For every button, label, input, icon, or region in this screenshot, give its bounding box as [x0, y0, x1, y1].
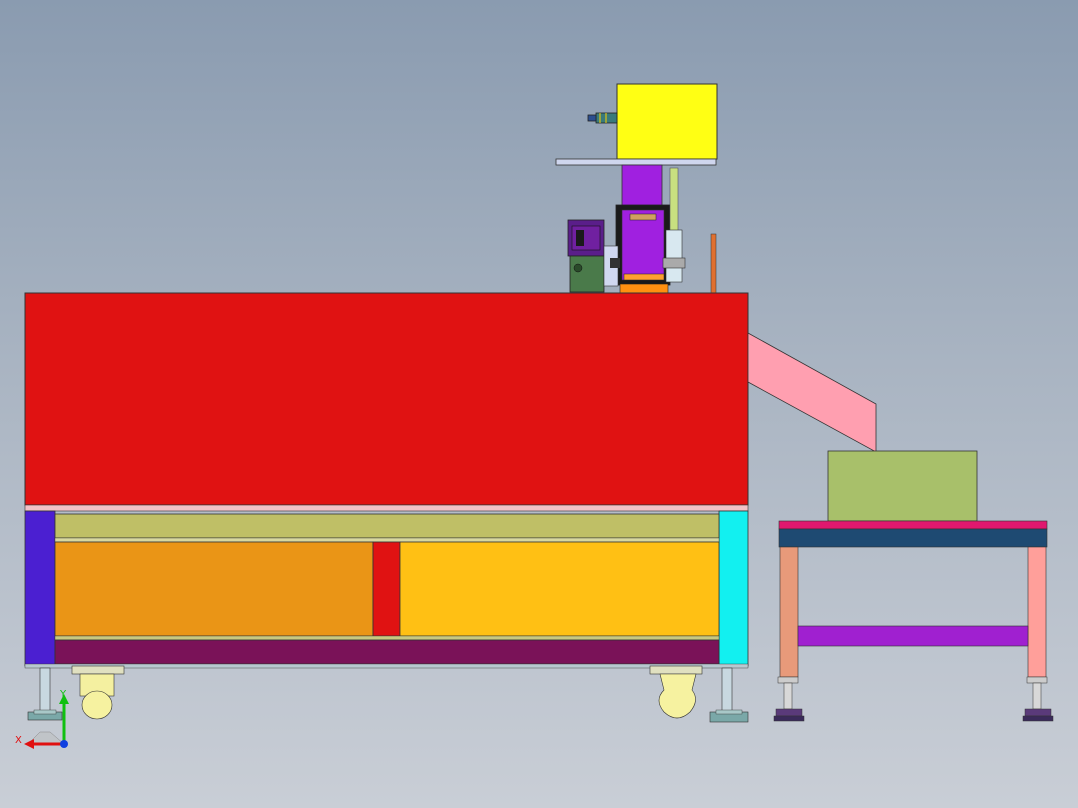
mounting-plate — [555, 158, 717, 166]
cabinet-top-housing — [24, 292, 749, 506]
cad-model-view: Y X — [15, 83, 1054, 749]
table-foot-left — [773, 676, 805, 722]
y-axis-label: Y — [59, 689, 67, 700]
left-caster-wheel — [71, 665, 125, 720]
table-leg-left — [779, 546, 799, 678]
x-axis-label: X — [15, 735, 22, 746]
cabinet-panel-right — [399, 541, 720, 637]
sensor-rod — [710, 233, 717, 295]
table-crossbar — [797, 625, 1029, 647]
table-leg-right — [1027, 546, 1047, 678]
cabinet-base-beam — [54, 639, 720, 665]
cabinet-divider — [372, 541, 401, 637]
cabinet-left-post — [24, 510, 56, 667]
hopper-box — [616, 83, 718, 160]
cabinet-panel-left — [54, 541, 374, 637]
cad-viewport[interactable]: Y X — [0, 0, 1078, 808]
vertical-column — [621, 164, 663, 211]
right-caster-wheel — [649, 665, 703, 719]
left-leveling-foot — [27, 667, 63, 721]
drive-motor — [567, 219, 620, 293]
table-foot-right — [1022, 676, 1054, 722]
main-cabinet — [24, 292, 749, 723]
side-table — [773, 450, 1054, 722]
table-top — [778, 528, 1048, 548]
table-top-edge — [778, 520, 1048, 530]
z-axis-dot — [60, 740, 68, 748]
discharge-chute — [747, 332, 877, 453]
collection-bin — [827, 450, 978, 522]
top-feeder-assembly — [555, 83, 718, 295]
cabinet-right-post — [718, 510, 749, 667]
right-leveling-foot — [709, 667, 749, 723]
hopper-connector — [587, 112, 618, 124]
cabinet-upper-rail — [54, 513, 720, 539]
